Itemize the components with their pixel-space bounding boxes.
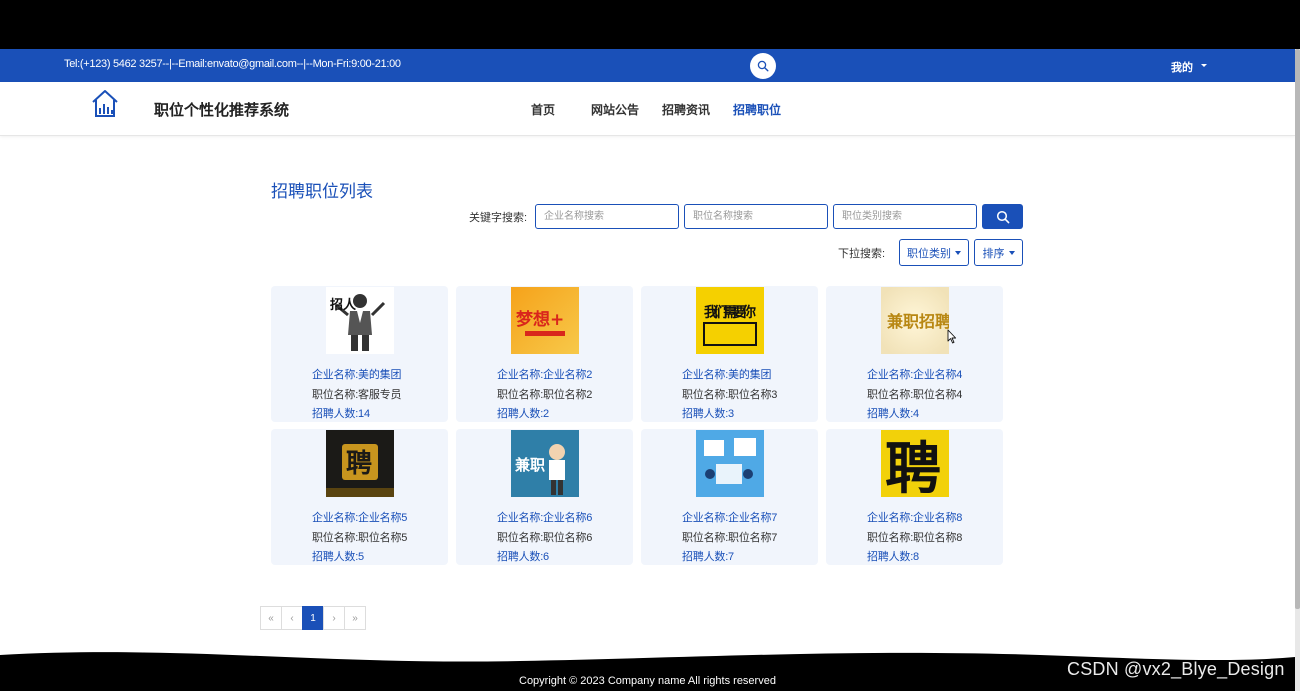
sort-dropdown[interactable]: 排序 bbox=[974, 239, 1023, 266]
position-name: 职位名称:职位名称7 bbox=[682, 532, 778, 544]
sort-dropdown-label: 排序 bbox=[982, 247, 1005, 260]
dropdown-search-label: 下拉搜索: bbox=[838, 248, 886, 260]
page: Tel:(+123) 5462 3257--|--Email:envato@gm… bbox=[0, 49, 1295, 691]
position-name: 职位名称:职位名称5 bbox=[312, 532, 408, 544]
headcount: 招聘人数:5 bbox=[312, 551, 364, 563]
nav-jobs[interactable]: 招聘职位 bbox=[733, 101, 781, 118]
footer-copyright: Copyright © 2023 Company name All rights… bbox=[519, 675, 776, 687]
headcount: 招聘人数:7 bbox=[682, 551, 734, 563]
job-card[interactable]: 兼职 企业名称:企业名称6 职位名称:职位名称6 招聘人数:6 bbox=[456, 429, 633, 565]
page-current[interactable]: 1 bbox=[302, 606, 324, 630]
category-dropdown-label: 职位类别 bbox=[907, 247, 951, 260]
job-thumbnail[interactable] bbox=[696, 430, 764, 497]
company-name[interactable]: 企业名称:企业名称8 bbox=[867, 509, 962, 525]
contact-info: Tel:(+123) 5462 3257--|--Email:envato@gm… bbox=[64, 58, 401, 70]
job-thumbnail[interactable]: 我们需要你 bbox=[696, 287, 764, 354]
site-title[interactable]: 职位个性化推荐系统 bbox=[154, 99, 289, 120]
company-name[interactable]: 企业名称:企业名称2 bbox=[497, 366, 592, 382]
page-first[interactable]: « bbox=[260, 606, 282, 630]
screen: Tel:(+123) 5462 3257--|--Email:envato@gm… bbox=[0, 0, 1300, 691]
chevron-down-icon[interactable] bbox=[1201, 64, 1207, 67]
page-prev[interactable]: ‹ bbox=[281, 606, 303, 630]
company-name[interactable]: 企业名称:企业名称6 bbox=[497, 509, 592, 525]
job-card[interactable]: 我们需要你 企业名称:美的集团 职位名称:职位名称3 招聘人数:3 bbox=[641, 286, 818, 422]
company-name[interactable]: 企业名称:企业名称5 bbox=[312, 509, 407, 525]
job-thumbnail[interactable]: 兼职 bbox=[511, 430, 579, 497]
search-icon bbox=[996, 210, 1009, 223]
nav-announcements[interactable]: 网站公告 bbox=[591, 101, 639, 118]
thumb-text: 梦想+ bbox=[516, 309, 564, 330]
mouse-cursor-icon bbox=[947, 329, 957, 344]
job-thumbnail[interactable]: 聘 bbox=[881, 430, 949, 497]
caret-down-icon bbox=[955, 250, 961, 255]
job-card[interactable]: 聘 企业名称:企业名称5 职位名称:职位名称5 招聘人数:5 bbox=[271, 429, 448, 565]
company-name[interactable]: 企业名称:美的集团 bbox=[682, 366, 771, 382]
headcount: 招聘人数:2 bbox=[497, 408, 549, 420]
position-name: 职位名称:客服专员 bbox=[312, 389, 402, 401]
thumb-text: 招人 bbox=[330, 297, 357, 313]
job-card[interactable]: 企业名称:企业名称7 职位名称:职位名称7 招聘人数:7 bbox=[641, 429, 818, 565]
search-button[interactable] bbox=[982, 204, 1023, 229]
headcount: 招聘人数:6 bbox=[497, 551, 549, 563]
position-search-input[interactable]: 职位名称搜索 bbox=[684, 204, 828, 229]
job-card[interactable]: 聘 企业名称:企业名称8 职位名称:职位名称8 招聘人数:8 bbox=[826, 429, 1003, 565]
top-info-bar: Tel:(+123) 5462 3257--|--Email:envato@gm… bbox=[0, 49, 1295, 82]
keyword-search-label: 关键字搜索: bbox=[469, 212, 528, 224]
page-last[interactable]: » bbox=[344, 606, 366, 630]
job-card[interactable]: 兼职招聘 企业名称:企业名称4 职位名称:职位名称4 招聘人数:4 bbox=[826, 286, 1003, 422]
home-logo-icon[interactable] bbox=[91, 88, 119, 118]
thumb-text: 聘 bbox=[885, 437, 941, 497]
headcount: 招聘人数:14 bbox=[312, 408, 370, 420]
thumb-text: 兼职 bbox=[515, 456, 545, 474]
pagination: « ‹ 1 › » bbox=[260, 606, 366, 630]
headcount: 招聘人数:8 bbox=[867, 551, 919, 563]
user-menu[interactable]: 我的 bbox=[1171, 59, 1193, 75]
job-thumbnail[interactable]: 聘 bbox=[326, 430, 394, 497]
company-name[interactable]: 企业名称:企业名称7 bbox=[682, 509, 777, 525]
company-search-input[interactable]: 企业名称搜索 bbox=[535, 204, 679, 229]
top-search-button[interactable] bbox=[750, 53, 776, 79]
job-card[interactable]: 招人 企业名称:美的集团 职位名称:客服专员 招聘人数:14 bbox=[271, 286, 448, 422]
position-name: 职位名称:职位名称8 bbox=[867, 532, 963, 544]
scrollbar-thumb[interactable] bbox=[1295, 49, 1300, 609]
main-navbar: 职位个性化推荐系统 首页 网站公告 招聘资讯 招聘职位 bbox=[0, 82, 1295, 136]
job-thumbnail[interactable]: 梦想+ bbox=[511, 287, 579, 354]
watermark: CSDN @vx2_Blye_Design bbox=[1067, 659, 1285, 679]
position-name: 职位名称:职位名称3 bbox=[682, 389, 778, 401]
thumb-text: 兼职招聘 bbox=[887, 312, 949, 331]
search-icon bbox=[757, 60, 769, 72]
headcount: 招聘人数:3 bbox=[682, 408, 734, 420]
company-name[interactable]: 企业名称:企业名称4 bbox=[867, 366, 962, 382]
position-name: 职位名称:职位名称2 bbox=[497, 389, 593, 401]
job-thumbnail[interactable]: 招人 bbox=[326, 287, 394, 354]
category-dropdown[interactable]: 职位类别 bbox=[899, 239, 969, 266]
thumb-text: 我们需要你 bbox=[704, 304, 756, 321]
page-title: 招聘职位列表 bbox=[271, 182, 373, 201]
thumb-text: 聘 bbox=[346, 449, 372, 479]
nav-home[interactable]: 首页 bbox=[531, 101, 555, 118]
caret-down-icon bbox=[1008, 250, 1015, 255]
position-name: 职位名称:职位名称4 bbox=[867, 389, 963, 401]
headcount: 招聘人数:4 bbox=[867, 408, 919, 420]
position-name: 职位名称:职位名称6 bbox=[497, 532, 593, 544]
category-search-input[interactable]: 职位类别搜索 bbox=[833, 204, 977, 229]
job-card[interactable]: 梦想+ 企业名称:企业名称2 职位名称:职位名称2 招聘人数:2 bbox=[456, 286, 633, 422]
nav-news[interactable]: 招聘资讯 bbox=[662, 101, 710, 118]
job-thumbnail[interactable]: 兼职招聘 bbox=[881, 287, 949, 354]
company-name[interactable]: 企业名称:美的集团 bbox=[312, 366, 401, 382]
page-next[interactable]: › bbox=[323, 606, 345, 630]
